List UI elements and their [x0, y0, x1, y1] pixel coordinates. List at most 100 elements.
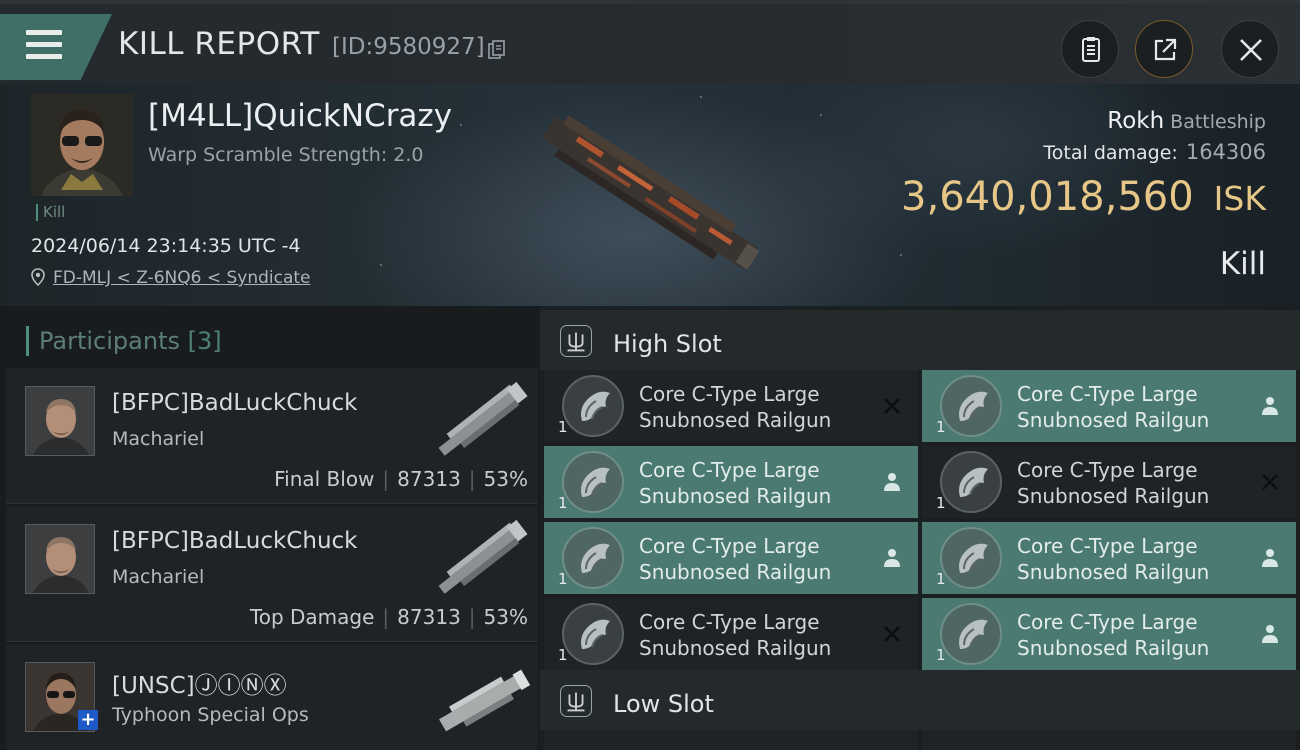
module-item[interactable]: 1 Core C-Type Large Snubnosed Railgun — [544, 522, 918, 594]
participants-title: Participants [3] — [26, 326, 222, 356]
module-name-line1: Core C-Type Large — [639, 534, 820, 558]
module-name: Core C-Type Large Snubnosed Railgun — [1017, 609, 1209, 661]
participant-row[interactable]: [BFPC]BadLuckChuck Machariel Final Blow |… — [6, 368, 538, 504]
report-id: [ID:9580927] — [332, 34, 485, 60]
isk-value: 3,640,018,560 ISK — [901, 174, 1266, 220]
module-name: Core C-Type Large Snubnosed Railgun — [1017, 533, 1209, 585]
participants-panel: Participants [3] [BFPC]BadLuckChuck Mach… — [0, 306, 540, 750]
location-link[interactable]: FD-MLJ < Z-6NQ6 < Syndicate — [31, 268, 311, 291]
module-item[interactable]: 1 Core C-Type Large Snubnosed Railgun — [544, 370, 918, 442]
module-item[interactable]: 1 Core C-Type Large Snubnosed Railgun — [544, 446, 918, 518]
module-quantity: 1 — [558, 494, 568, 512]
participant-name[interactable]: [UNSC]ⒿⒾⓃⓍ — [112, 666, 287, 700]
module-item[interactable]: 1 Core C-Type Large Snubnosed Railgun — [922, 370, 1296, 442]
module-name-line1: Core C-Type Large — [1017, 610, 1198, 634]
destroyed-x-icon — [884, 398, 900, 414]
railgun-module-icon — [562, 603, 624, 665]
module-quantity: 1 — [936, 570, 946, 588]
participant-ship-image — [439, 669, 531, 732]
participant-avatar[interactable] — [25, 386, 95, 456]
victim-name[interactable]: [M4LL]QuickNCrazy — [148, 98, 452, 134]
participant-stats: Top Damage | 87313 | 53% — [249, 605, 528, 629]
plus-badge-icon: + — [78, 710, 98, 730]
module-name: Core C-Type Large Snubnosed Railgun — [639, 533, 831, 585]
dropped-person-icon — [884, 473, 900, 491]
high-slot-label: High Slot — [613, 330, 722, 358]
share-button[interactable] — [1135, 20, 1193, 78]
victim-ship-image[interactable] — [520, 102, 780, 282]
module-name: Core C-Type Large Snubnosed Railgun — [639, 609, 831, 661]
module-name-line2: Snubnosed Railgun — [1017, 560, 1210, 584]
participant-ship-image — [438, 519, 528, 594]
module-quantity: 1 — [936, 494, 946, 512]
location-pin-icon — [31, 268, 45, 287]
isk-amount: 3,640,018,560 — [901, 174, 1194, 220]
participant-damage: 87313 — [397, 605, 461, 629]
page-title: KILL REPORT — [118, 26, 320, 62]
railgun-module-icon — [562, 451, 624, 513]
railgun-module-icon — [940, 375, 1002, 437]
module-name: Core C-Type Large Snubnosed Railgun — [1017, 381, 1209, 433]
participant-row[interactable]: [BFPC]BadLuckChuck Machariel Top Damage |… — [6, 506, 538, 642]
low-slot-module-partial[interactable] — [922, 730, 1296, 750]
module-name-line2: Snubnosed Railgun — [639, 636, 832, 660]
participant-ship: Machariel — [112, 428, 205, 450]
clipboard-icon — [1082, 37, 1100, 62]
total-damage-label: Total damage: — [1043, 142, 1178, 164]
kill-tag: Kill — [36, 204, 65, 221]
module-quantity: 1 — [558, 646, 568, 664]
warp-scramble-strength: Warp Scramble Strength: 2.0 — [148, 144, 424, 166]
participant-name[interactable]: [BFPC]BadLuckChuck — [112, 528, 358, 554]
module-name-line1: Core C-Type Large — [1017, 382, 1198, 406]
module-item[interactable]: 1 Core C-Type Large Snubnosed Railgun — [544, 598, 918, 670]
dropped-person-icon — [1262, 397, 1278, 415]
destroyed-x-icon — [1262, 474, 1278, 490]
close-button[interactable] — [1221, 20, 1279, 78]
participant-row[interactable]: + [UNSC]ⒿⒾⓃⓍ Typhoon Special Ops — [6, 644, 538, 750]
railgun-module-icon — [940, 451, 1002, 513]
participant-ship: Machariel — [112, 566, 205, 588]
module-item[interactable]: 1 Core C-Type Large Snubnosed Railgun — [922, 446, 1296, 518]
module-name-line1: Core C-Type Large — [1017, 458, 1198, 482]
participant-name[interactable]: [BFPC]BadLuckChuck — [112, 390, 358, 416]
module-quantity: 1 — [936, 646, 946, 664]
module-quantity: 1 — [558, 418, 568, 436]
dropped-person-icon — [884, 549, 900, 567]
railgun-module-icon — [562, 527, 624, 589]
ship-class: Battleship — [1170, 111, 1266, 133]
low-slot-header: Low Slot — [540, 670, 1300, 730]
close-icon — [1240, 39, 1262, 61]
victim-ship-type: Rokh Battleship — [1107, 108, 1266, 134]
menu-button[interactable] — [0, 14, 112, 80]
total-damage-value: 164306 — [1185, 140, 1266, 164]
ship-name[interactable]: Rokh — [1107, 108, 1164, 134]
module-item[interactable]: 1 Core C-Type Large Snubnosed Railgun — [922, 522, 1296, 594]
slot-icon — [560, 325, 592, 357]
module-quantity: 1 — [558, 570, 568, 588]
module-name: Core C-Type Large Snubnosed Railgun — [1017, 457, 1209, 509]
module-name: Core C-Type Large Snubnosed Railgun — [639, 381, 831, 433]
high-slot-header: High Slot — [540, 310, 1300, 370]
railgun-module-icon — [940, 527, 1002, 589]
location-text[interactable]: FD-MLJ < Z-6NQ6 < Syndicate — [53, 268, 311, 288]
module-item[interactable]: 1 Core C-Type Large Snubnosed Railgun — [922, 598, 1296, 670]
participant-avatar[interactable] — [25, 524, 95, 594]
module-name-line1: Core C-Type Large — [639, 610, 820, 634]
total-damage: Total damage: 164306 — [1043, 140, 1266, 164]
module-name: Core C-Type Large Snubnosed Railgun — [639, 457, 831, 509]
copy-icon[interactable] — [488, 40, 506, 60]
railgun-module-icon — [940, 603, 1002, 665]
low-slot-module-partial[interactable] — [544, 730, 918, 750]
clipboard-button[interactable] — [1061, 20, 1119, 78]
participants-count: [3] — [187, 327, 222, 355]
module-name-line2: Snubnosed Railgun — [1017, 408, 1210, 432]
dropped-person-icon — [1262, 625, 1278, 643]
dropped-person-icon — [1262, 549, 1278, 567]
participant-stats: Final Blow | 87313 | 53% — [274, 467, 528, 491]
module-quantity: 1 — [936, 418, 946, 436]
slot-icon — [560, 685, 592, 717]
destroyed-x-icon — [884, 626, 900, 642]
module-name-line1: Core C-Type Large — [639, 458, 820, 482]
victim-avatar[interactable] — [31, 94, 133, 196]
module-name-line2: Snubnosed Railgun — [1017, 636, 1210, 660]
